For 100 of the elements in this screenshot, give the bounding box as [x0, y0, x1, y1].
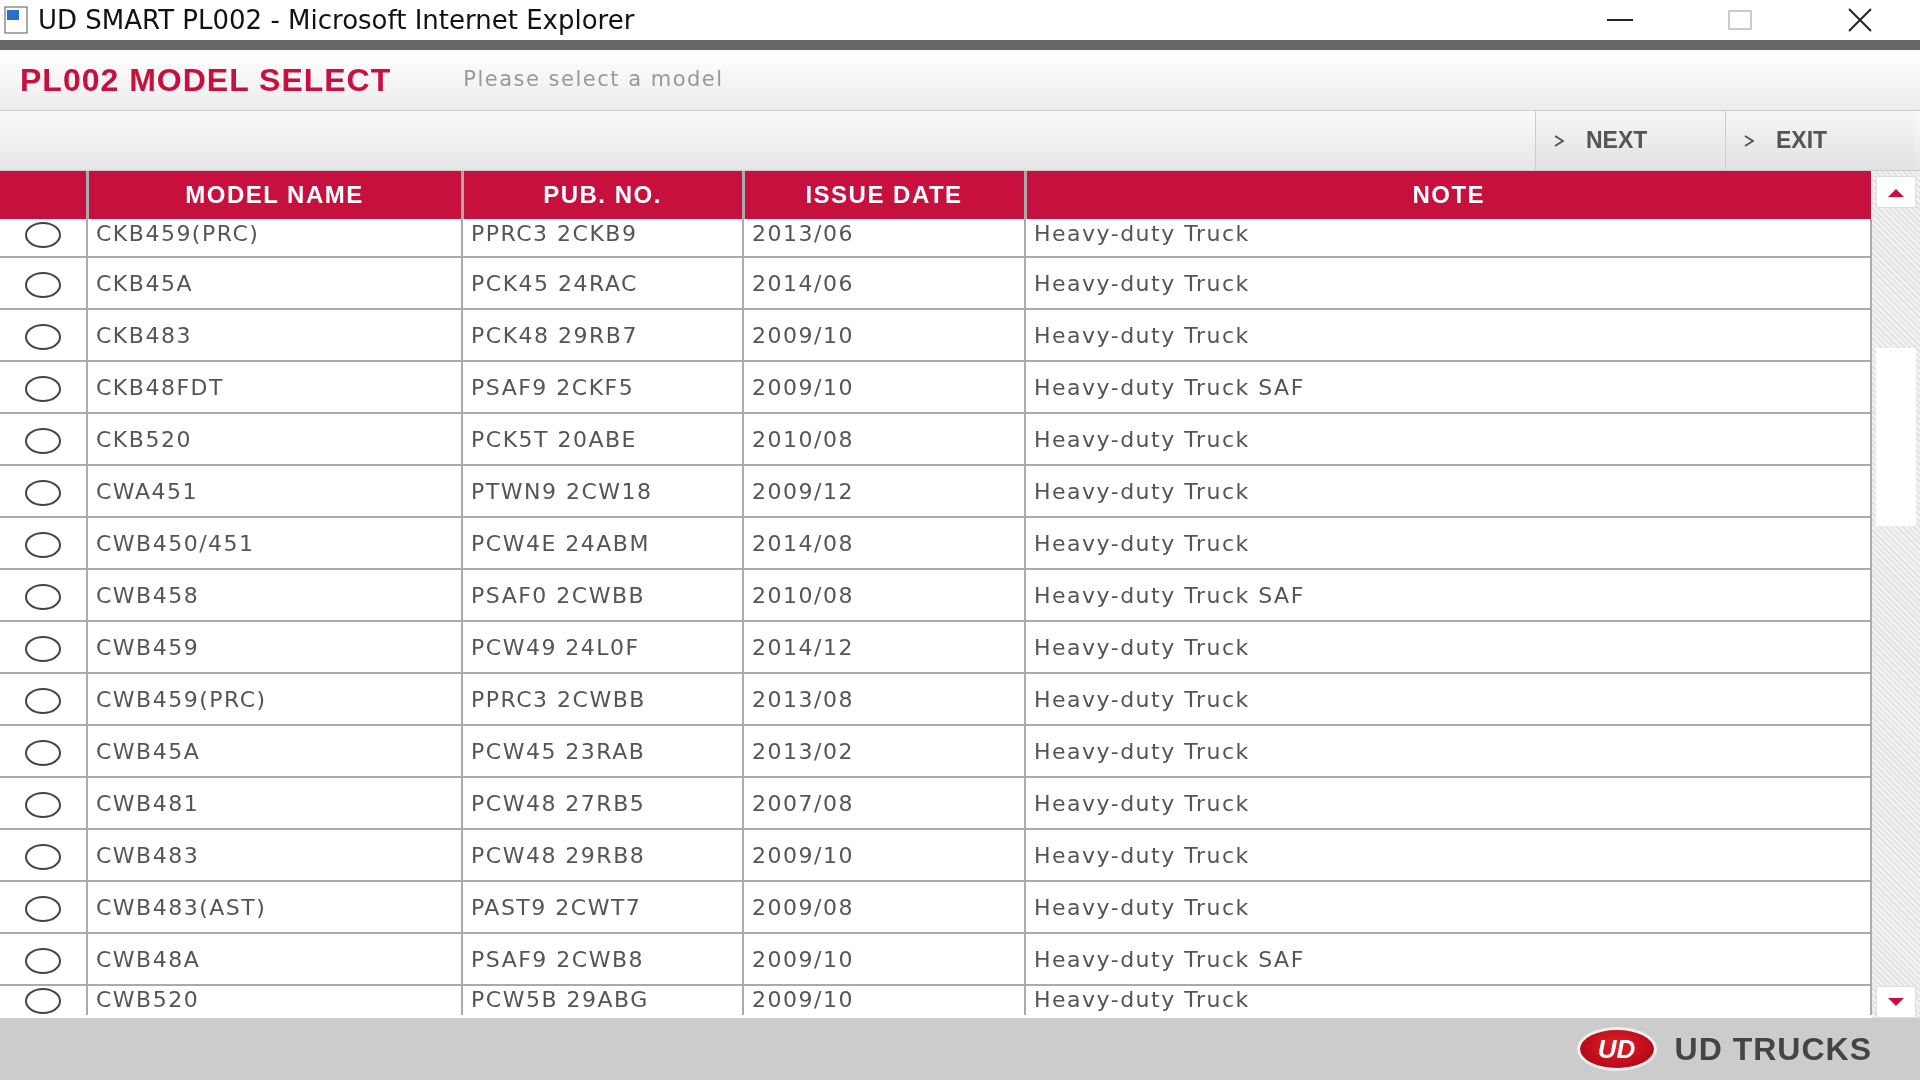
table-cell: 2009/12	[743, 465, 1025, 517]
table-cell: CWB520	[87, 985, 462, 1015]
table-cell: CKB45A	[87, 257, 462, 309]
table-cell: PSAF0 2CWBB	[462, 569, 743, 621]
radio-button[interactable]	[25, 531, 61, 558]
table-cell: Heavy-duty Truck	[1025, 777, 1871, 829]
brand-logo: UD	[1576, 1027, 1657, 1071]
table-cell: CWB483	[87, 829, 462, 881]
radio-button[interactable]	[25, 895, 61, 922]
down-arrow-icon	[1888, 997, 1904, 1007]
table-cell: 2013/06	[743, 219, 1025, 257]
table-cell: CKB48FDT	[87, 361, 462, 413]
scroll-up-button[interactable]	[1876, 176, 1916, 208]
radio-button[interactable]	[25, 635, 61, 662]
radio-button[interactable]	[25, 739, 61, 766]
table-cell: 2013/08	[743, 673, 1025, 725]
table-cell: 2010/08	[743, 413, 1025, 465]
table-cell: Heavy-duty Truck	[1025, 621, 1871, 673]
table-cell: CKB483	[87, 309, 462, 361]
window-title: UD SMART PL002 - Microsoft Internet Explorer	[38, 3, 635, 37]
table-cell: CKB459(PRC)	[87, 219, 462, 257]
radio-button[interactable]	[25, 375, 61, 402]
table-cell: Heavy-duty Truck SAF	[1025, 361, 1871, 413]
table-cell: CWB458	[87, 569, 462, 621]
page-title: PL002 MODEL SELECT	[20, 61, 392, 100]
table-cell: 2009/10	[743, 985, 1025, 1015]
chevron-icon	[1744, 134, 1754, 147]
radio-button[interactable]	[25, 222, 61, 248]
table-cell: 2010/08	[743, 569, 1025, 621]
table-cell: Heavy-duty Truck	[1025, 413, 1871, 465]
table-cell: Heavy-duty Truck	[1025, 257, 1871, 309]
table-cell: 2009/10	[743, 361, 1025, 413]
scroll-down-button[interactable]	[1876, 986, 1916, 1018]
up-arrow-icon	[1888, 187, 1904, 197]
table-cell: Heavy-duty Truck	[1025, 725, 1871, 777]
table-cell: PAST9 2CWT7	[462, 881, 743, 933]
scrollbar[interactable]	[1872, 171, 1920, 1018]
table-cell: CWB459(PRC)	[87, 673, 462, 725]
radio-button[interactable]	[25, 479, 61, 506]
page-subtitle: Please select a model	[463, 66, 724, 94]
table-cell: 2007/08	[743, 777, 1025, 829]
table-cell: CKB520	[87, 413, 462, 465]
minimize-icon	[1607, 18, 1633, 22]
table-cell: CWB48A	[87, 933, 462, 985]
table-cell: PCW49 24L0F	[462, 621, 743, 673]
radio-button[interactable]	[25, 271, 61, 298]
table-cell: CWB45A	[87, 725, 462, 777]
toolbar-button[interactable]: NEXT	[1535, 111, 1725, 170]
chevron-icon	[1554, 134, 1564, 147]
radio-button[interactable]	[25, 687, 61, 714]
table-cell: PSAF9 2CWB8	[462, 933, 743, 985]
table-cell: 2009/10	[743, 933, 1025, 985]
table-cell: Heavy-duty Truck	[1025, 517, 1871, 569]
table-cell: 2014/08	[743, 517, 1025, 569]
table-cell: PCK5T 20ABE	[462, 413, 743, 465]
table-cell: PPRC3 2CWBB	[462, 673, 743, 725]
scroll-thumb[interactable]	[1876, 348, 1916, 526]
table-cell: PCW48 27RB5	[462, 777, 743, 829]
table-cell: Heavy-duty Truck	[1025, 829, 1871, 881]
table-cell: PSAF9 2CKF5	[462, 361, 743, 413]
table-cell: Heavy-duty Truck SAF	[1025, 933, 1871, 985]
table-cell: PCK45 24RAC	[462, 257, 743, 309]
table-cell: Heavy-duty Truck	[1025, 219, 1871, 257]
radio-button[interactable]	[25, 323, 61, 350]
table-cell: CWB481	[87, 777, 462, 829]
table-cell: PCW4E 24ABM	[462, 517, 743, 569]
table-cell: Heavy-duty Truck	[1025, 309, 1871, 361]
table-cell: PCW45 23RAB	[462, 725, 743, 777]
radio-button[interactable]	[25, 791, 61, 818]
radio-button[interactable]	[25, 988, 61, 1014]
table-cell: CWA451	[87, 465, 462, 517]
radio-button[interactable]	[25, 583, 61, 610]
column-header[interactable]: MODEL NAME	[87, 171, 462, 219]
table-cell: PCK48 29RB7	[462, 309, 743, 361]
column-header[interactable]: PUB. NO.	[462, 171, 743, 219]
close-icon	[1847, 7, 1873, 33]
table-cell: CWB450/451	[87, 517, 462, 569]
table-cell: CWB459	[87, 621, 462, 673]
table-cell: Heavy-duty Truck	[1025, 673, 1871, 725]
column-header[interactable]: NOTE	[1025, 171, 1871, 219]
table-cell: 2014/12	[743, 621, 1025, 673]
table-cell: CWB483(AST)	[87, 881, 462, 933]
table-cell: PCW5B 29ABG	[462, 985, 743, 1015]
table-cell: 2013/02	[743, 725, 1025, 777]
table-cell: 2009/10	[743, 309, 1025, 361]
brand-name: UD TRUCKS	[1674, 1030, 1872, 1069]
table-cell: Heavy-duty Truck	[1025, 465, 1871, 517]
radio-button[interactable]	[25, 947, 61, 974]
table-cell: 2014/06	[743, 257, 1025, 309]
table-cell: Heavy-duty Truck SAF	[1025, 569, 1871, 621]
column-header[interactable]: ISSUE DATE	[743, 171, 1025, 219]
table-cell: PTWN9 2CW18	[462, 465, 743, 517]
table-cell: Heavy-duty Truck	[1025, 881, 1871, 933]
table-cell: 2009/08	[743, 881, 1025, 933]
radio-button[interactable]	[25, 843, 61, 870]
maximize-icon	[1728, 10, 1752, 30]
toolbar-button[interactable]: EXIT	[1725, 111, 1915, 170]
radio-button[interactable]	[25, 427, 61, 454]
table-cell: 2009/10	[743, 829, 1025, 881]
table-cell: PCW48 29RB8	[462, 829, 743, 881]
